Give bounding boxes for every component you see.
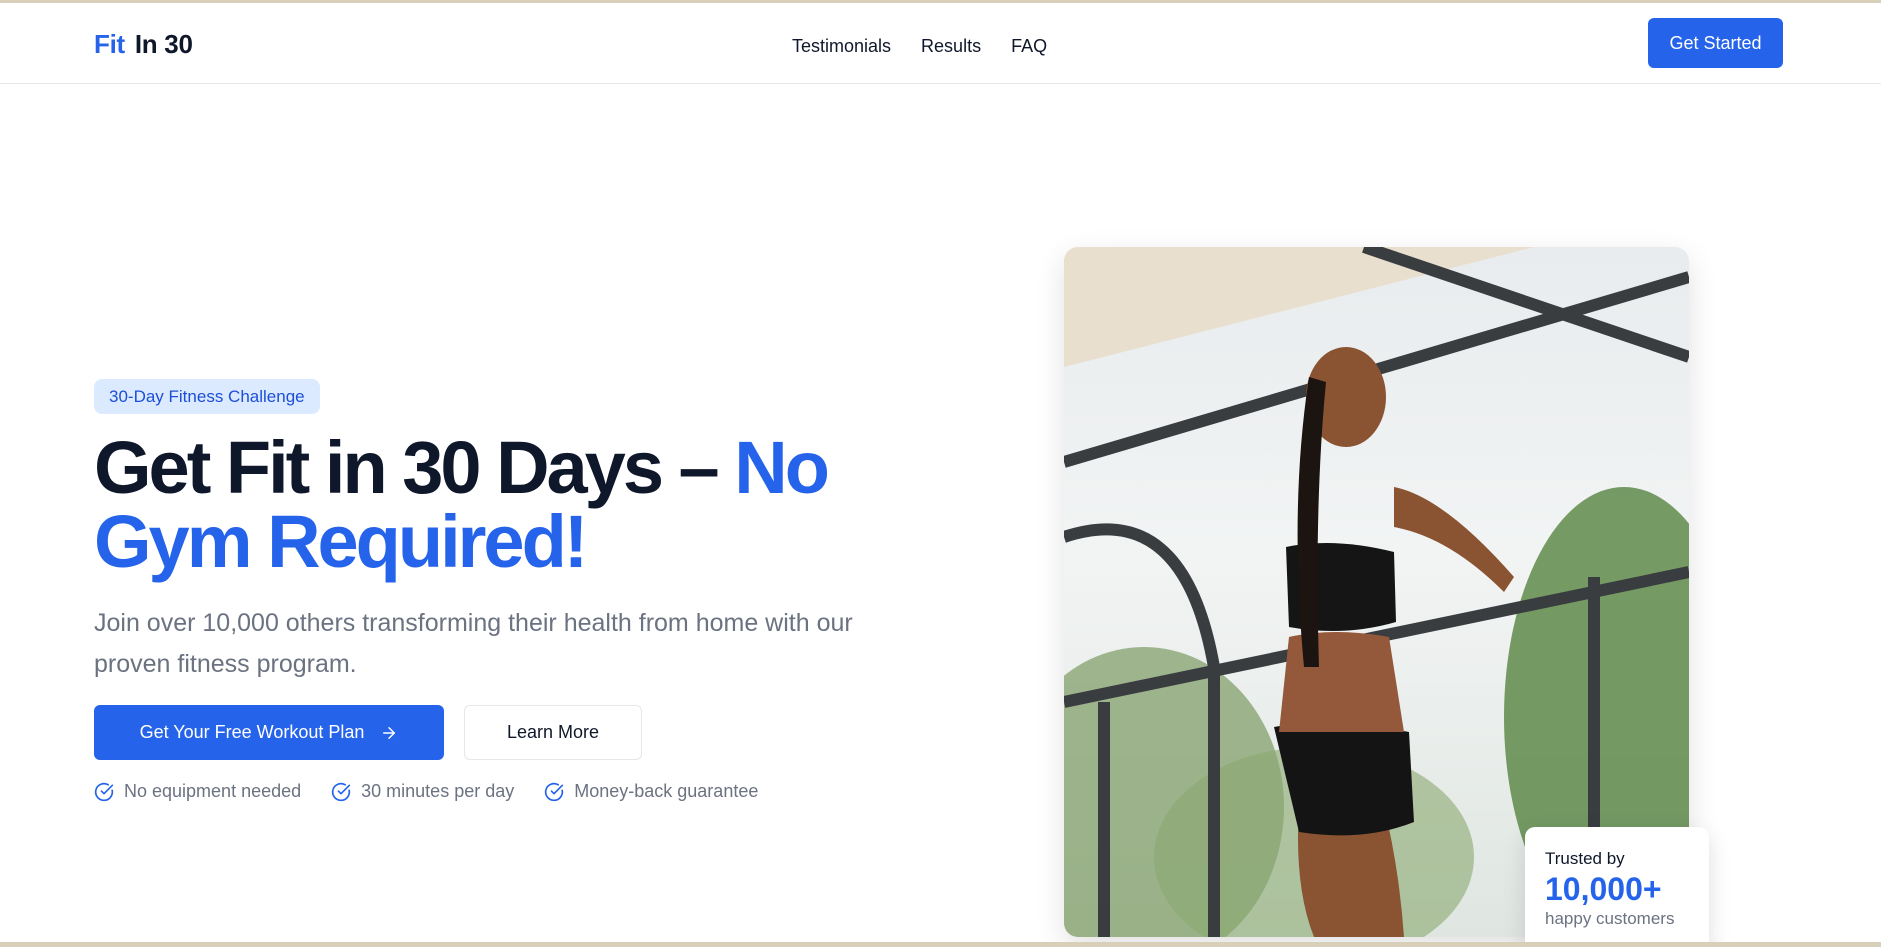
- page: Fit In 30 Testimonials Results FAQ Get St…: [0, 0, 1881, 947]
- feature-list: No equipment needed 30 minutes per day M…: [94, 781, 758, 802]
- arrow-right-icon: [383, 726, 396, 739]
- top-nav: Fit In 30 Testimonials Results FAQ Get St…: [0, 3, 1881, 84]
- nav-links: Testimonials Results FAQ: [792, 36, 1047, 57]
- nav-link-results[interactable]: Results: [921, 36, 981, 57]
- nav-link-faq[interactable]: FAQ: [1011, 36, 1047, 57]
- hero-headline: Get Fit in 30 Days – No Gym Required!: [94, 431, 854, 579]
- challenge-badge: 30-Day Fitness Challenge: [94, 379, 320, 414]
- free-workout-plan-button[interactable]: Get Your Free Workout Plan: [94, 705, 444, 760]
- feature-item: No equipment needed: [94, 781, 301, 802]
- hero-subtext: Join over 10,000 others transforming the…: [94, 609, 853, 678]
- circle-check-icon: [332, 782, 351, 801]
- feature-item: 30 minutes per day: [331, 781, 514, 802]
- trust-card: Trusted by 10,000+ happy customers: [1525, 827, 1709, 942]
- learn-more-button[interactable]: Learn More: [464, 705, 642, 760]
- headline-main: Get Fit in 30 Days –: [94, 426, 735, 509]
- logo-fit: Fit: [94, 29, 125, 59]
- logo-in30: In 30: [134, 29, 193, 59]
- logo[interactable]: Fit In 30: [94, 29, 193, 60]
- circle-check-icon: [94, 782, 114, 801]
- trust-sub: happy customers: [1545, 909, 1675, 928]
- feature-label: 30 minutes per day: [361, 781, 515, 801]
- trust-label: Trusted by: [1545, 849, 1625, 868]
- nav-link-testimonials[interactable]: Testimonials: [792, 36, 891, 57]
- feature-label: No equipment needed: [124, 781, 302, 801]
- circle-check-icon: [545, 782, 564, 801]
- feature-label: Money-back guarantee: [574, 781, 759, 801]
- get-started-button[interactable]: Get Started: [1648, 18, 1783, 68]
- feature-item: Money-back guarantee: [544, 781, 758, 802]
- free-workout-plan-label: Get Your Free Workout Plan: [139, 722, 365, 742]
- trust-count: 10,000+: [1545, 871, 1662, 907]
